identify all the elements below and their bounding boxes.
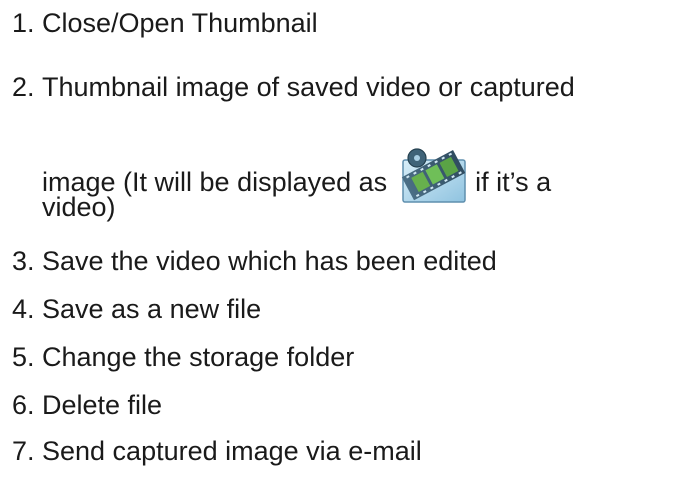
item-text: Thumbnail image of saved video or captur… (42, 72, 575, 102)
list-item-2-last-line: video) (42, 190, 116, 224)
item-text: Close/Open Thumbnail (42, 8, 318, 38)
item-number: 4. (12, 294, 35, 324)
list-item-7: 7. Send captured image via e-mail (12, 434, 422, 468)
item-text-after-icon: if it’s a (475, 167, 552, 198)
item-text: Delete file (42, 390, 163, 420)
list-item-2-continuation: image (It will be displayed as if it’s a (42, 148, 552, 214)
item-text: Save the video which has been edited (42, 246, 497, 276)
list-item-5: 5. Change the storage folder (12, 340, 354, 374)
list-item-6: 6. Delete file (12, 388, 162, 422)
item-text: Save as a new file (42, 294, 262, 324)
list-item-4: 4. Save as a new file (12, 292, 261, 326)
item-number: 5. (12, 342, 35, 372)
list-item-3: 3. Save the video which has been edited (12, 244, 497, 278)
item-text: Send captured image via e-mail (42, 436, 422, 466)
item-text: Change the storage folder (42, 342, 355, 372)
item-number: 3. (12, 246, 35, 276)
item-number: 2. (12, 72, 35, 102)
item-number: 7. (12, 436, 35, 466)
film-reel-icon (401, 144, 467, 204)
instruction-list: 1. Close/Open Thumbnail 2. Thumbnail image… (0, 0, 686, 480)
item-number: 1. (12, 8, 35, 38)
list-item-1: 1. Close/Open Thumbnail (12, 6, 318, 40)
item-number: 6. (12, 390, 35, 420)
item-text: video) (42, 192, 116, 222)
list-item-2: 2. Thumbnail image of saved video or capt… (12, 70, 575, 104)
